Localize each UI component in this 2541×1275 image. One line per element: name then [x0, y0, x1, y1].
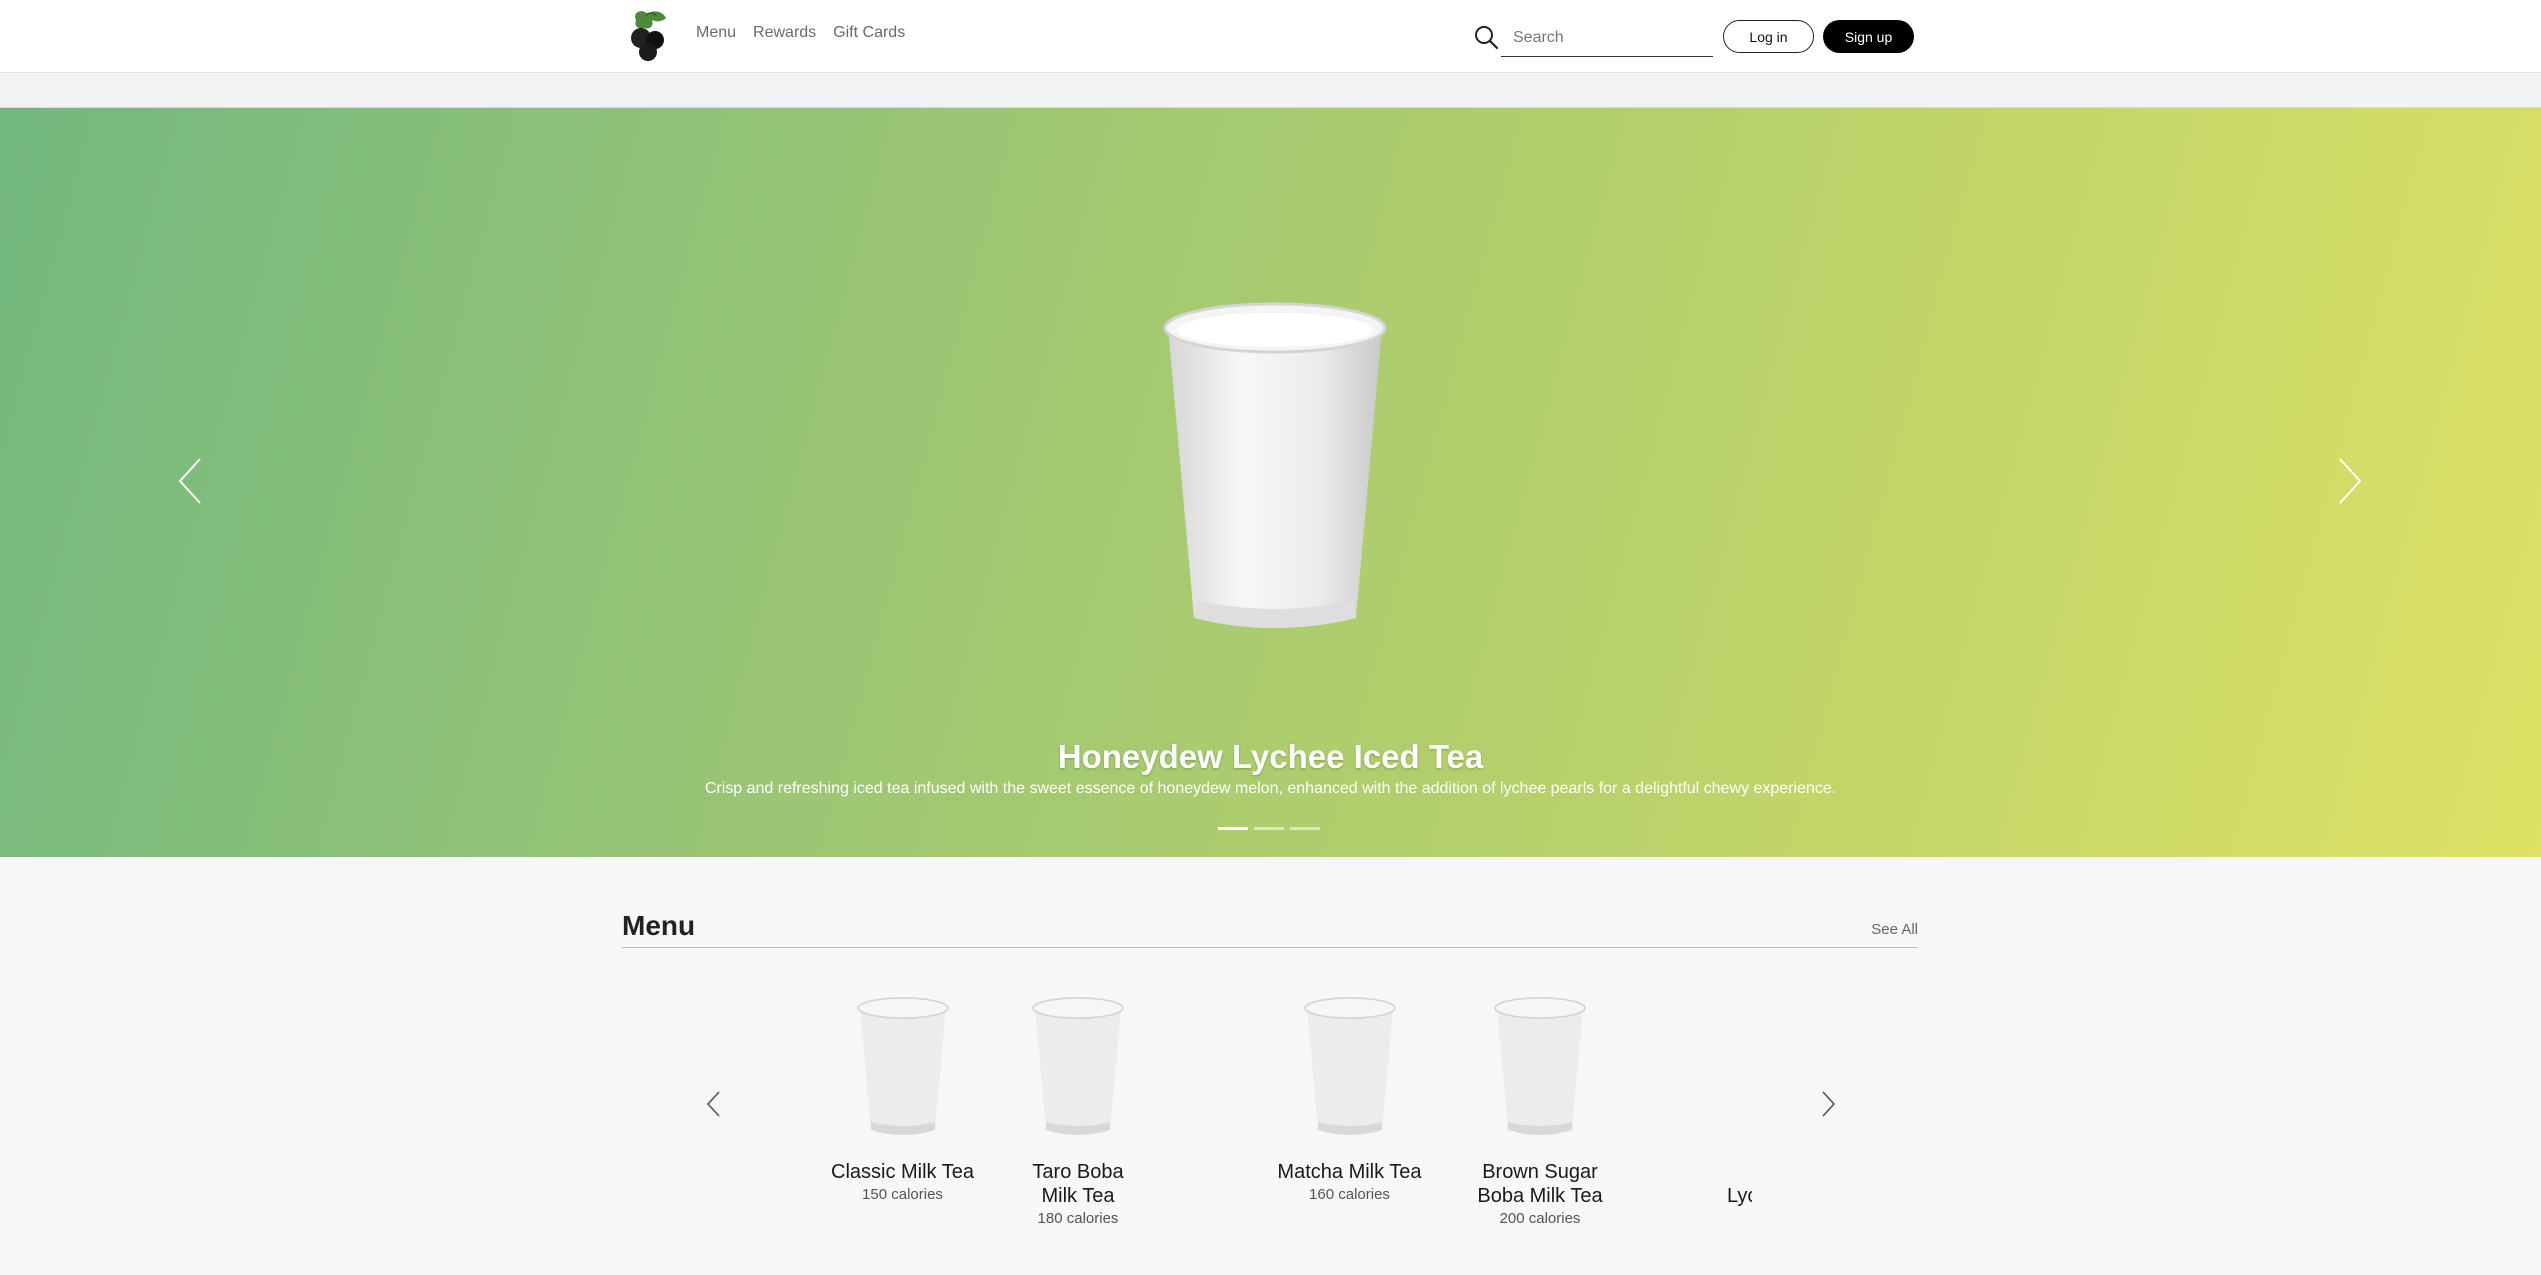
- menu-item-calories: 150 calories: [862, 1186, 943, 1203]
- search-input[interactable]: [1501, 20, 1713, 57]
- sub-navigation-bar: [0, 74, 2541, 108]
- menu-item-calories: 160 calories: [1309, 1186, 1390, 1203]
- login-button[interactable]: Log in: [1723, 20, 1814, 53]
- search-bar: [1473, 20, 1713, 58]
- menu-item-card[interactable]: Matcha Milk Tea 160 calories: [1247, 996, 1452, 1203]
- menu-next-arrow-icon[interactable]: [1816, 1088, 1840, 1120]
- menu-item-card[interactable]: Lyc: [1727, 996, 1752, 1208]
- top-navigation-bar: Menu Rewards Gift Cards Log in Sign up: [0, 0, 2541, 73]
- menu-item-card[interactable]: Classic Milk Tea 150 calories: [800, 996, 1005, 1203]
- menu-item-name: Brown Sugar Boba Milk Tea: [1477, 1161, 1603, 1207]
- hero-carousel: Honeydew Lychee Iced Tea Crisp and refre…: [0, 108, 2541, 857]
- search-icon[interactable]: [1473, 24, 1499, 50]
- menu-section-header: Menu See All: [622, 910, 1918, 948]
- menu-item-name: Classic Milk Tea: [831, 1161, 974, 1183]
- nav-link-rewards[interactable]: Rewards: [753, 24, 816, 42]
- see-all-link[interactable]: See All: [1871, 921, 1918, 938]
- carousel-indicators: [1218, 827, 1320, 830]
- menu-item-name: Taro Boba Milk Tea: [1032, 1161, 1124, 1207]
- main-nav: Menu Rewards Gift Cards: [696, 24, 905, 42]
- menu-item-name: Matcha Milk Tea: [1277, 1161, 1422, 1183]
- menu-item-name: Lyc: [1727, 1185, 1752, 1207]
- menu-carousel: Classic Milk Tea 150 calories Taro Boba …: [800, 996, 1752, 1246]
- nav-link-menu[interactable]: Menu: [696, 24, 736, 42]
- hero-next-arrow-icon[interactable]: [2330, 451, 2370, 511]
- hero-previous-arrow-icon[interactable]: [170, 451, 210, 511]
- menu-item-card[interactable]: Brown Sugar Boba Milk Tea 200 calories: [1470, 996, 1610, 1227]
- hero-description: Crisp and refreshing iced tea infused wi…: [704, 780, 1837, 797]
- hero-title: Honeydew Lychee Iced Tea: [1057, 738, 1484, 775]
- drink-cup-image: [1032, 997, 1124, 1135]
- carousel-indicator-2[interactable]: [1254, 827, 1284, 830]
- drink-cup-image: [1163, 302, 1387, 628]
- carousel-indicator-3[interactable]: [1290, 827, 1320, 830]
- boba-logo-icon[interactable]: [622, 8, 674, 62]
- menu-item-calories: 200 calories: [1499, 1210, 1581, 1227]
- signup-button[interactable]: Sign up: [1823, 20, 1914, 53]
- menu-item-calories: 180 calories: [1037, 1210, 1119, 1227]
- carousel-indicator-1[interactable]: [1218, 827, 1248, 830]
- drink-cup-image: [856, 997, 949, 1135]
- drink-cup-image: [1303, 997, 1396, 1135]
- menu-item-card[interactable]: Taro Boba Milk Tea 180 calories: [1028, 996, 1128, 1227]
- nav-link-gift-cards[interactable]: Gift Cards: [833, 24, 905, 42]
- drink-cup-image: [1494, 997, 1586, 1135]
- menu-section-title: Menu: [622, 910, 696, 941]
- menu-previous-arrow-icon[interactable]: [702, 1088, 726, 1120]
